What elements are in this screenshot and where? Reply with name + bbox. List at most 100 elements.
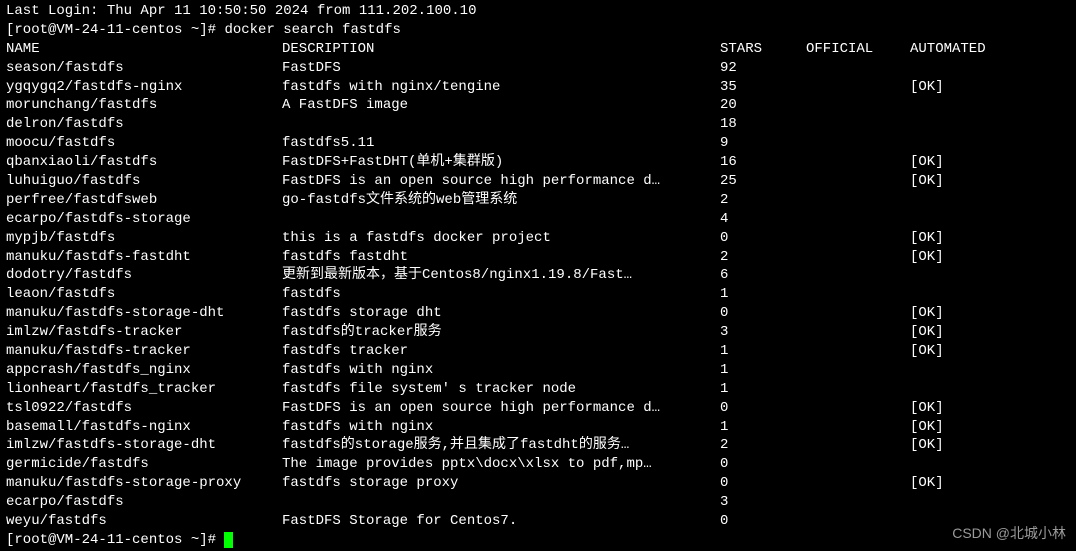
last-login-line: Last Login: Thu Apr 11 10:50:50 2024 fro… — [6, 2, 1070, 21]
cell-description: fastdfs的storage服务,并且集成了fastdht的服务… — [282, 436, 720, 455]
cell-description: fastdfs5.11 — [282, 134, 720, 153]
table-row: ecarpo/fastdfs 3 — [6, 493, 1070, 512]
cell-description: fastdfs with nginx/tengine — [282, 78, 720, 97]
table-row: perfree/fastdfswebgo-fastdfs文件系统的web管理系统… — [6, 191, 1070, 210]
cell-automated: [OK] — [910, 172, 944, 191]
table-row: manuku/fastdfs-trackerfastdfs tracker1[O… — [6, 342, 1070, 361]
cell-description: A FastDFS image — [282, 96, 720, 115]
table-row: weyu/fastdfsFastDFS Storage for Centos7.… — [6, 512, 1070, 531]
cell-official — [806, 342, 910, 361]
cell-official — [806, 304, 910, 323]
cell-description: FastDFS+FastDHT(单机+集群版) — [282, 153, 720, 172]
cell-official — [806, 134, 910, 153]
cell-stars: 1 — [720, 285, 806, 304]
cell-official — [806, 78, 910, 97]
cell-description — [282, 493, 720, 512]
cell-name: season/fastdfs — [6, 59, 282, 78]
cell-automated: [OK] — [910, 153, 944, 172]
cell-name: imlzw/fastdfs-tracker — [6, 323, 282, 342]
cell-description: go-fastdfs文件系统的web管理系统 — [282, 191, 720, 210]
cell-name: morunchang/fastdfs — [6, 96, 282, 115]
table-row: manuku/fastdfs-storage-dhtfastdfs storag… — [6, 304, 1070, 323]
cell-stars: 2 — [720, 248, 806, 267]
cell-description: fastdfs tracker — [282, 342, 720, 361]
prompt-text: [root@VM-24-11-centos ~]# — [6, 532, 224, 548]
cell-official — [806, 115, 910, 134]
cursor-block — [224, 532, 233, 548]
cell-description — [282, 210, 720, 229]
table-row: qbanxiaoli/fastdfsFastDFS+FastDHT(单机+集群版… — [6, 153, 1070, 172]
cell-stars: 0 — [720, 474, 806, 493]
cell-name: manuku/fastdfs-storage-proxy — [6, 474, 282, 493]
table-row: ecarpo/fastdfs-storage 4 — [6, 210, 1070, 229]
table-row: season/fastdfsFastDFS92 — [6, 59, 1070, 78]
cell-name: moocu/fastdfs — [6, 134, 282, 153]
cell-name: lionheart/fastdfs_tracker — [6, 380, 282, 399]
cell-official — [806, 474, 910, 493]
command-prompt-line-2[interactable]: [root@VM-24-11-centos ~]# — [6, 531, 1070, 550]
cell-automated: [OK] — [910, 474, 944, 493]
prompt-text: [root@VM-24-11-centos ~]# — [6, 22, 224, 38]
table-row: mypjb/fastdfsthis is a fastdfs docker pr… — [6, 229, 1070, 248]
cell-name: leaon/fastdfs — [6, 285, 282, 304]
table-row: basemall/fastdfs-nginxfastdfs with nginx… — [6, 418, 1070, 437]
cell-name: imlzw/fastdfs-storage-dht — [6, 436, 282, 455]
cell-stars: 18 — [720, 115, 806, 134]
cell-official — [806, 172, 910, 191]
cell-stars: 0 — [720, 512, 806, 531]
cell-official — [806, 361, 910, 380]
cell-description: FastDFS is an open source high performan… — [282, 172, 720, 191]
cell-official — [806, 323, 910, 342]
cell-stars: 1 — [720, 418, 806, 437]
cell-name: appcrash/fastdfs_nginx — [6, 361, 282, 380]
cell-name: weyu/fastdfs — [6, 512, 282, 531]
cell-name: delron/fastdfs — [6, 115, 282, 134]
table-row: germicide/fastdfsThe image provides pptx… — [6, 455, 1070, 474]
cell-automated: [OK] — [910, 229, 944, 248]
cell-official — [806, 96, 910, 115]
header-official: OFFICIAL — [806, 40, 910, 59]
cell-name: germicide/fastdfs — [6, 455, 282, 474]
header-name: NAME — [6, 40, 282, 59]
cell-name: ecarpo/fastdfs — [6, 493, 282, 512]
cell-description: fastdfs with nginx — [282, 361, 720, 380]
table-row: luhuiguo/fastdfsFastDFS is an open sourc… — [6, 172, 1070, 191]
cell-stars: 2 — [720, 436, 806, 455]
cell-automated: [OK] — [910, 304, 944, 323]
cell-official — [806, 285, 910, 304]
cell-official — [806, 266, 910, 285]
cell-name: ecarpo/fastdfs-storage — [6, 210, 282, 229]
table-row: manuku/fastdfs-storage-proxyfastdfs stor… — [6, 474, 1070, 493]
cell-description: fastdfs — [282, 285, 720, 304]
cell-stars: 1 — [720, 380, 806, 399]
cell-name: tsl0922/fastdfs — [6, 399, 282, 418]
cell-automated: [OK] — [910, 248, 944, 267]
cell-name: dodotry/fastdfs — [6, 266, 282, 285]
table-row: ygqygq2/fastdfs-nginxfastdfs with nginx/… — [6, 78, 1070, 97]
cell-automated: [OK] — [910, 399, 944, 418]
cell-name: perfree/fastdfsweb — [6, 191, 282, 210]
cell-stars: 3 — [720, 323, 806, 342]
cell-description: 更新到最新版本，基于Centos8/nginx1.19.8/Fast… — [282, 266, 720, 285]
watermark-text: CSDN @北城小林 — [952, 524, 1066, 543]
cell-description: fastdfs with nginx — [282, 418, 720, 437]
table-row: lionheart/fastdfs_trackerfastdfs file sy… — [6, 380, 1070, 399]
table-row: morunchang/fastdfsA FastDFS image20 — [6, 96, 1070, 115]
cell-official — [806, 493, 910, 512]
cell-official — [806, 455, 910, 474]
table-row: moocu/fastdfsfastdfs5.119 — [6, 134, 1070, 153]
cell-stars: 92 — [720, 59, 806, 78]
command-prompt-line: [root@VM-24-11-centos ~]# docker search … — [6, 21, 1070, 40]
cell-automated: [OK] — [910, 323, 944, 342]
table-row: manuku/fastdfs-fastdhtfastdfs fastdht2[O… — [6, 248, 1070, 267]
cell-description — [282, 115, 720, 134]
table-row: dodotry/fastdfs更新到最新版本，基于Centos8/nginx1.… — [6, 266, 1070, 285]
table-row: leaon/fastdfsfastdfs1 — [6, 285, 1070, 304]
cell-stars: 20 — [720, 96, 806, 115]
cell-official — [806, 229, 910, 248]
cell-stars: 4 — [720, 210, 806, 229]
cell-name: manuku/fastdfs-storage-dht — [6, 304, 282, 323]
cell-name: luhuiguo/fastdfs — [6, 172, 282, 191]
cell-stars: 3 — [720, 493, 806, 512]
cell-description: fastdfs storage proxy — [282, 474, 720, 493]
